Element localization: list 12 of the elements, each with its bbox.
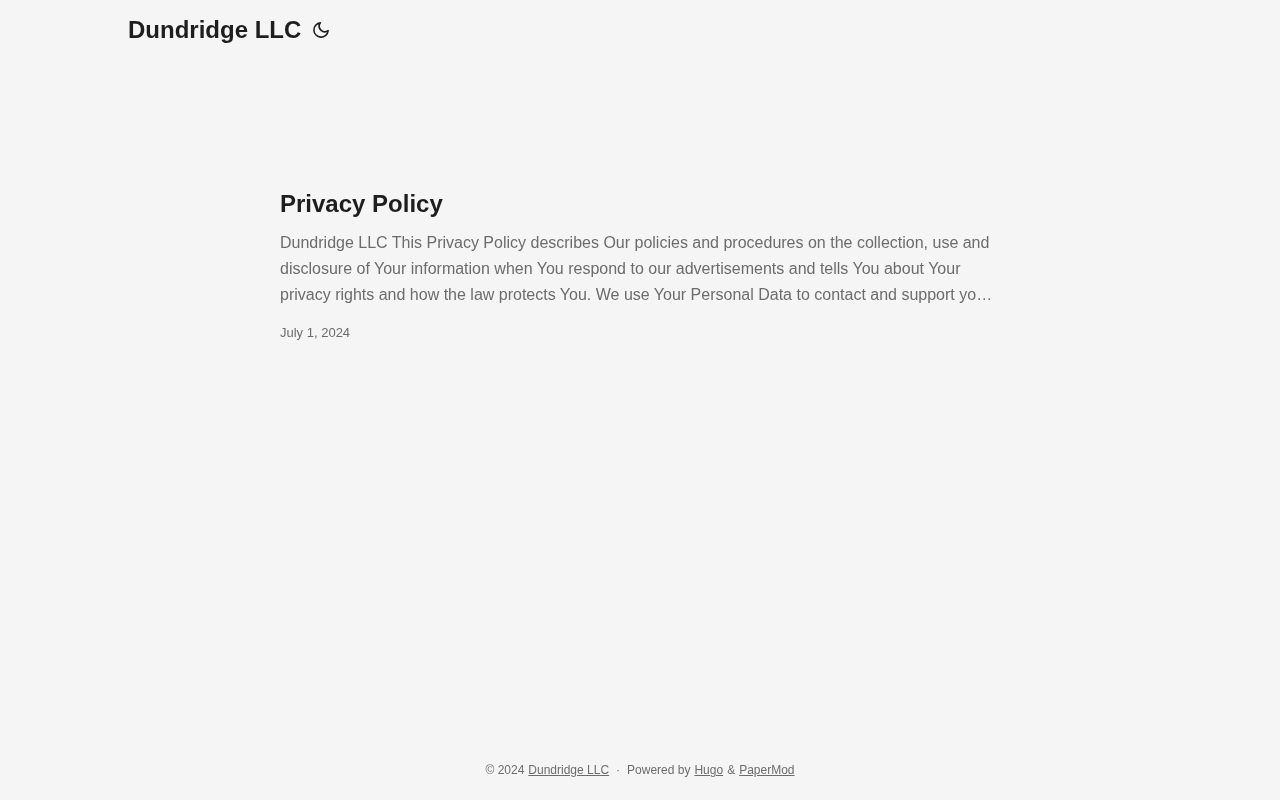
footer-link[interactable]: PaperMod	[739, 761, 795, 779]
post-date: July 1, 2024	[280, 324, 351, 343]
powered-by-text: Powered by	[627, 762, 691, 779]
footer-text: &	[727, 762, 736, 779]
footer-link[interactable]: Hugo	[694, 761, 724, 779]
post-summary: Dundridge LLC This Privacy Policy describes Our policies and procedures on the collection, use and disclosure of Your information when You respond to our advertisements and tells You about Your privacy rights and how the law protects You. We use Your Personal Data to contact and support yo…	[280, 233, 994, 305]
site-link[interactable]: Dundridge LLC	[528, 761, 610, 779]
separator-dot: ·	[616, 762, 621, 779]
moon-icon[interactable]	[313, 22, 330, 38]
post-title-link[interactable]: Privacy Policy	[280, 188, 443, 220]
site-logo-link[interactable]: Dundridge LLC	[128, 15, 302, 45]
copyright-text: © 2024	[485, 762, 525, 779]
